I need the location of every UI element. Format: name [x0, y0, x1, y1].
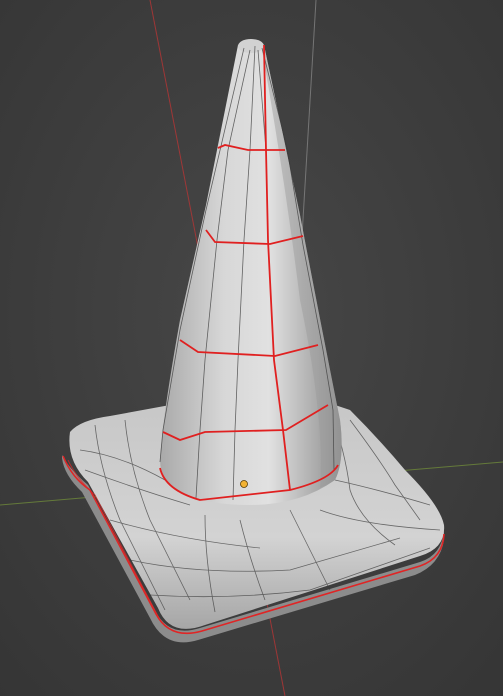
origin-point-icon[interactable] — [240, 480, 248, 488]
3d-viewport[interactable] — [0, 0, 503, 696]
cone-tip — [238, 39, 264, 53]
viewport-canvas[interactable] — [0, 0, 503, 696]
